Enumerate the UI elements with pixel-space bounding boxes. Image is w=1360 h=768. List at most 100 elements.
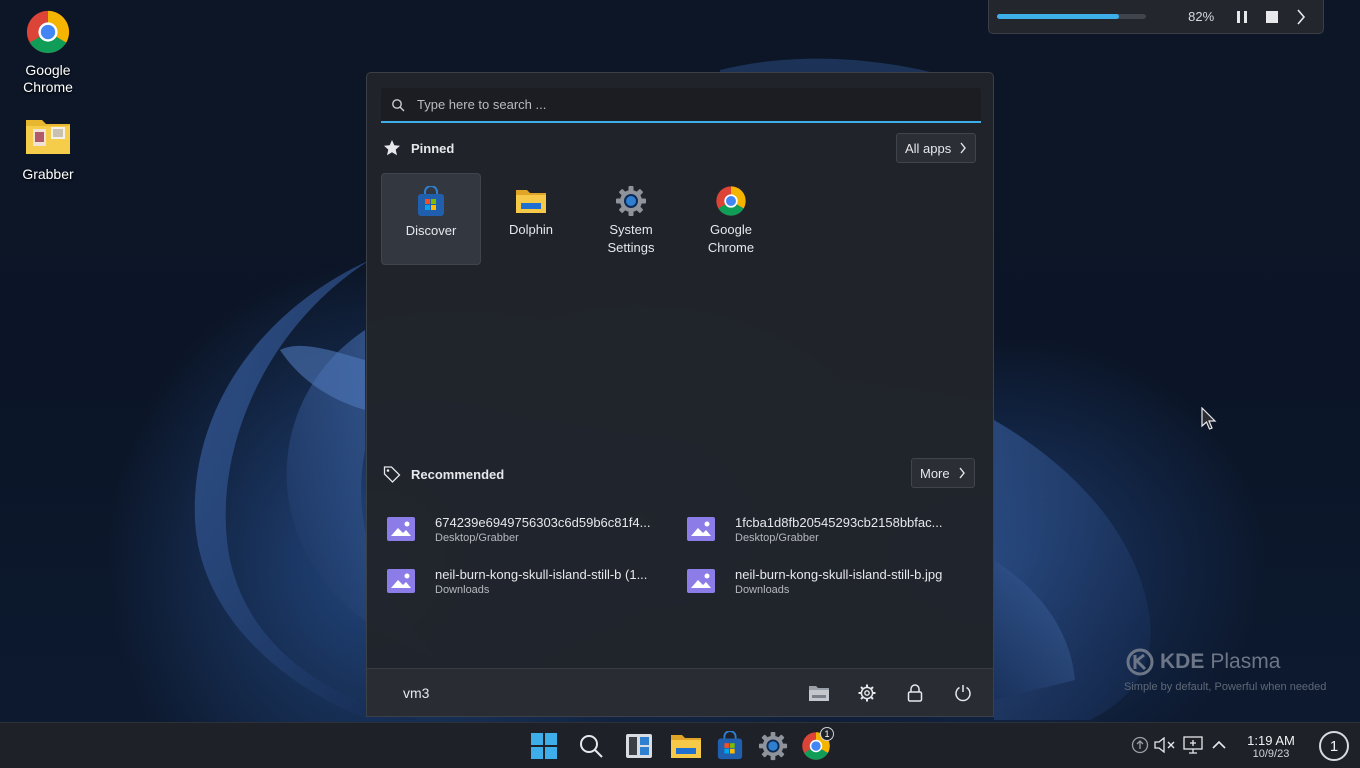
pinned-title: Pinned (411, 140, 455, 156)
start-button[interactable] (524, 727, 564, 765)
pinned-app-name: Dolphin (508, 222, 554, 237)
clock-date: 10/9/23 (1252, 748, 1290, 760)
settings-icon (858, 684, 876, 701)
pause-button[interactable] (1228, 3, 1256, 31)
tray-updates[interactable] (1128, 733, 1152, 757)
recommended-item[interactable]: neil-burn-kong-skull-island-still-b.jpg … (681, 555, 981, 607)
desktop-icon-grabber[interactable]: Grabber (3, 112, 93, 183)
tag-icon (383, 466, 401, 483)
display-icon (1183, 736, 1203, 754)
recommended-file-path: Downloads (435, 583, 490, 596)
kde-plasma-watermark: KDE Plasma Simple by default, Powerful w… (1124, 646, 1326, 693)
file-manager-icon (809, 685, 829, 701)
recommended-header: Recommended (383, 465, 504, 483)
progress-bar (997, 14, 1147, 19)
search-button[interactable] (571, 727, 611, 765)
clock[interactable]: 1:19 AM 10/9/23 (1232, 733, 1310, 761)
progress-percent: 82% (1188, 9, 1215, 24)
kde-product: Plasma (1210, 650, 1281, 673)
image-file-icon (687, 569, 715, 593)
recommended-item[interactable]: neil-burn-kong-skull-island-still-b (1..… (381, 555, 681, 607)
discover-icon (717, 731, 743, 760)
recommended-file-name: neil-burn-kong-skull-island-still-b (1..… (435, 566, 648, 582)
chevron-right-icon (1297, 8, 1306, 25)
pinned-app-system-settings[interactable]: System Settings (581, 173, 681, 265)
pinned-app-name: Discover (405, 223, 457, 238)
recommended-file-path: Downloads (735, 583, 790, 596)
lock-icon (907, 683, 923, 702)
image-file-icon (687, 517, 715, 541)
widgets-button[interactable] (619, 727, 659, 765)
pinned-app-name: Google Chrome (707, 222, 755, 255)
kde-brand: KDE (1160, 650, 1205, 673)
kde-tagline: Simple by default, Powerful when needed (1124, 681, 1327, 693)
search-icon (392, 98, 405, 111)
all-apps-button[interactable]: All apps (896, 133, 977, 163)
start-icon (531, 733, 557, 759)
taskbar-system-settings[interactable] (753, 727, 793, 765)
virtual-desktop-button[interactable]: 1 (1319, 731, 1349, 761)
chrome-icon (24, 8, 72, 56)
star-icon (384, 140, 400, 156)
image-file-icon (387, 517, 415, 541)
pinned-app-name: System Settings (607, 222, 655, 255)
recommended-item[interactable]: 1fcba1d8fb20545293cb2158bbfac... Desktop… (681, 503, 981, 555)
recommended-file-path: Desktop/Grabber (435, 531, 519, 544)
power-button[interactable] (939, 673, 987, 713)
file-manager-button[interactable] (795, 673, 843, 713)
chevron-up-icon (1212, 740, 1226, 749)
desktop-icon-google-chrome[interactable]: Google Chrome (3, 8, 93, 96)
settings-icon (758, 731, 788, 761)
mouse-cursor-icon (1201, 407, 1217, 430)
chevron-right-icon (960, 142, 967, 154)
update-icon (1131, 736, 1149, 754)
more-label: More (920, 465, 950, 481)
user-name[interactable]: vm3 (403, 685, 795, 701)
folder-icon (515, 185, 547, 217)
discover-icon (415, 186, 447, 218)
more-button[interactable]: More (911, 458, 975, 488)
folder-icon (671, 735, 701, 758)
pinned-apps: Discover Dolphin System Settings Google … (381, 173, 781, 265)
taskbar-dolphin[interactable] (666, 727, 706, 765)
recommended-file-path: Desktop/Grabber (735, 531, 819, 544)
pinned-header: Pinned (383, 139, 454, 157)
volume-muted-icon (1154, 737, 1175, 753)
pinned-app-google-chrome[interactable]: Google Chrome (681, 173, 781, 265)
stop-button[interactable] (1258, 3, 1286, 31)
notification-badge: 1 (820, 727, 834, 741)
folder-icon (24, 112, 72, 160)
widgets-icon (626, 734, 652, 758)
taskbar-google-chrome[interactable]: 1 (796, 727, 836, 765)
tray-volume[interactable] (1153, 733, 1177, 757)
recommended-title: Recommended (411, 466, 505, 482)
all-apps-label: All apps (905, 140, 952, 156)
expand-button[interactable] (1287, 3, 1315, 31)
pinned-app-dolphin[interactable]: Dolphin (481, 173, 581, 265)
progress-fill (997, 14, 1120, 19)
desktop-icon-label: Grabber (22, 166, 74, 182)
start-menu-footer: vm3 (367, 668, 993, 716)
search-input[interactable] (417, 97, 981, 112)
taskbar: 1 1:19 AM 10/9/23 1 (0, 722, 1360, 768)
settings-button[interactable] (843, 673, 891, 713)
start-menu: Pinned All apps Discover (366, 72, 994, 717)
gear-icon (615, 185, 647, 217)
tray-expand[interactable] (1207, 733, 1231, 757)
kde-gear-icon (1126, 648, 1154, 676)
recommended-file-name: neil-burn-kong-skull-island-still-b.jpg (735, 566, 943, 582)
pinned-app-discover[interactable]: Discover (381, 173, 481, 265)
search-icon (580, 735, 603, 758)
recommended-list: 674239e6949756303c6d59b6c81f4... Desktop… (381, 503, 981, 607)
recommended-item[interactable]: 674239e6949756303c6d59b6c81f4... Desktop… (381, 503, 681, 555)
search-box[interactable] (381, 88, 981, 123)
recommended-file-name: 1fcba1d8fb20545293cb2158bbfac... (735, 514, 943, 530)
lock-button[interactable] (891, 673, 939, 713)
tray-display[interactable] (1181, 733, 1205, 757)
pause-icon (1236, 10, 1247, 23)
taskbar-discover[interactable] (710, 727, 750, 765)
recommended-file-name: 674239e6949756303c6d59b6c81f4... (435, 514, 651, 530)
desktop-icon-label: Google Chrome (23, 62, 73, 95)
image-file-icon (387, 569, 415, 593)
clock-time: 1:19 AM (1247, 733, 1295, 748)
